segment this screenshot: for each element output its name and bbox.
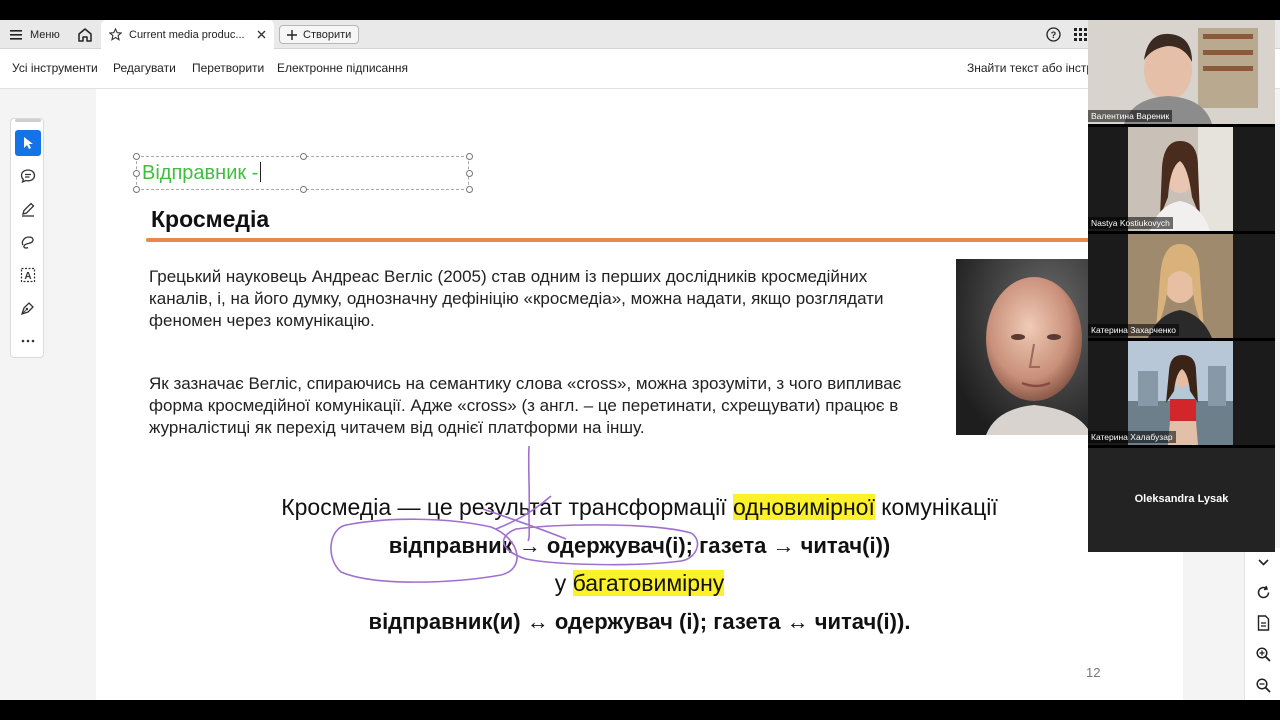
right-rail (1244, 548, 1280, 700)
participant-name: Катерина Захарченко (1088, 324, 1179, 336)
resize-handle[interactable] (466, 170, 473, 177)
participant-tile[interactable]: Nastya Kostiukovych (1088, 127, 1275, 231)
close-icon[interactable] (257, 30, 266, 39)
tab-title: Current media produc... (129, 28, 245, 41)
apps-button[interactable] (1074, 20, 1088, 49)
screen: Меню Current media produc... Створити ? … (0, 0, 1280, 720)
find-text-button[interactable]: Знайти текст або інстру (967, 61, 1099, 75)
sign-tool[interactable] (15, 295, 41, 321)
star-icon[interactable] (109, 28, 122, 41)
draw-tool[interactable] (15, 229, 41, 255)
paragraph-1: Грецький науковець Андреас Вегліс (2005)… (149, 267, 884, 330)
pen-icon (22, 202, 35, 217)
document-icon (1257, 615, 1269, 631)
zoom-out-icon (1255, 677, 1271, 693)
participant-video (1088, 20, 1275, 124)
bottom-letterbox (0, 700, 1280, 720)
participant-video (1088, 127, 1275, 231)
resize-handle[interactable] (133, 170, 140, 177)
text-box-icon: A (20, 267, 36, 283)
participant-tile[interactable]: Валентина Вареник (1088, 20, 1275, 124)
resize-handle[interactable] (300, 153, 307, 160)
svg-text:?: ? (1051, 30, 1057, 40)
participant-name: Катерина Халабузар (1088, 431, 1176, 443)
refresh-icon (1257, 585, 1269, 598)
definition-line-1: Кросмедіа — це результат трансформації о… (96, 494, 1183, 521)
line3-text-a: у (554, 570, 573, 596)
apps-grid-icon (1074, 27, 1087, 41)
participant-name: Nastya Kostiukovych (1088, 217, 1173, 229)
line1-text-a: Кросмедіа — це результат трансформації (281, 494, 733, 520)
participant-video (1088, 341, 1275, 445)
participant-name: Oleksandra Lysak (1134, 493, 1229, 505)
resize-handle[interactable] (466, 153, 473, 160)
zoom-in-button[interactable] (1251, 642, 1275, 666)
more-tools-button[interactable] (15, 328, 41, 354)
create-label: Створити (303, 28, 352, 41)
title-underline (146, 238, 1183, 242)
participant-tile[interactable]: Катерина Халабузар (1088, 341, 1275, 445)
menu-edit[interactable]: Редагувати (113, 61, 176, 75)
menu-e-sign[interactable]: Електронне підписання (277, 61, 408, 75)
document-tab[interactable]: Current media produc... (101, 20, 274, 49)
line1-text-b: комунікації (874, 494, 998, 520)
annotation-text[interactable]: Відправник - (142, 162, 262, 185)
definition-line-2: відправник → одержувач(і); газета → чита… (388, 533, 891, 558)
resize-handle[interactable] (133, 186, 140, 193)
participant-tile[interactable]: Oleksandra Lysak (1088, 448, 1275, 552)
home-icon (78, 28, 92, 42)
freehand-icon (21, 236, 34, 249)
author-photo (956, 259, 1088, 435)
fountain-pen-icon (20, 302, 34, 316)
refresh-button[interactable] (1251, 580, 1275, 604)
definition-line-4: відправник(и) ↔ одержувач (і); газета ↔ … (368, 609, 911, 634)
svg-text:A: A (24, 271, 31, 282)
page-info-button[interactable] (1251, 611, 1275, 635)
select-tool[interactable] (15, 130, 41, 156)
resize-handle[interactable] (466, 186, 473, 193)
annotation-text-value: Відправник - (142, 162, 259, 184)
more-icon (21, 339, 35, 343)
video-call-panel: Валентина Вареник Nastya Kostiukovych Ка… (1088, 20, 1275, 552)
portrait-image (956, 259, 1088, 435)
menu-button[interactable]: Меню (10, 20, 60, 49)
definition-line-3: у багатовимірну (96, 570, 1183, 597)
participant-video (1088, 234, 1275, 338)
participant-tile[interactable]: Катерина Захарченко (1088, 234, 1275, 338)
plus-icon (287, 29, 297, 40)
highlight-tool[interactable] (15, 196, 41, 222)
hamburger-icon (10, 29, 22, 40)
comment-icon (20, 169, 36, 184)
zoom-in-icon (1255, 646, 1271, 662)
menu-label: Меню (30, 28, 60, 41)
paragraph-2: Як зазначає Вегліс, спираючись на семант… (149, 374, 902, 437)
menu-convert[interactable]: Перетворити (192, 61, 264, 75)
resize-handle[interactable] (133, 153, 140, 160)
text-annotation-box[interactable]: Відправник - (133, 153, 473, 193)
home-button[interactable] (76, 20, 94, 49)
pdf-page: Відправник - Кросмедіа Грецький науковец… (96, 89, 1183, 700)
highlighted-term-1: одновимірної (732, 494, 875, 520)
highlighted-term-2: багатовимірну (572, 570, 725, 596)
resize-handle[interactable] (300, 186, 307, 193)
scroll-down-button[interactable] (1251, 550, 1275, 574)
comment-tool[interactable] (15, 163, 41, 189)
panel-grip (15, 119, 41, 122)
cursor-icon (24, 137, 33, 149)
menu-all-tools[interactable]: Усі інструменти (12, 61, 98, 75)
page-number: 12 (1086, 665, 1101, 680)
help-icon: ? (1046, 27, 1061, 42)
text-caret (260, 162, 262, 182)
participant-name: Валентина Вареник (1088, 110, 1173, 122)
quick-tools-panel: A (10, 118, 44, 358)
create-button[interactable]: Створити (279, 25, 360, 44)
help-button[interactable]: ? (1046, 20, 1061, 49)
zoom-out-button[interactable] (1251, 673, 1275, 697)
chevron-down-icon (1257, 558, 1269, 566)
text-tool[interactable]: A (15, 262, 41, 288)
slide-title: Кросмедіа (151, 206, 270, 232)
